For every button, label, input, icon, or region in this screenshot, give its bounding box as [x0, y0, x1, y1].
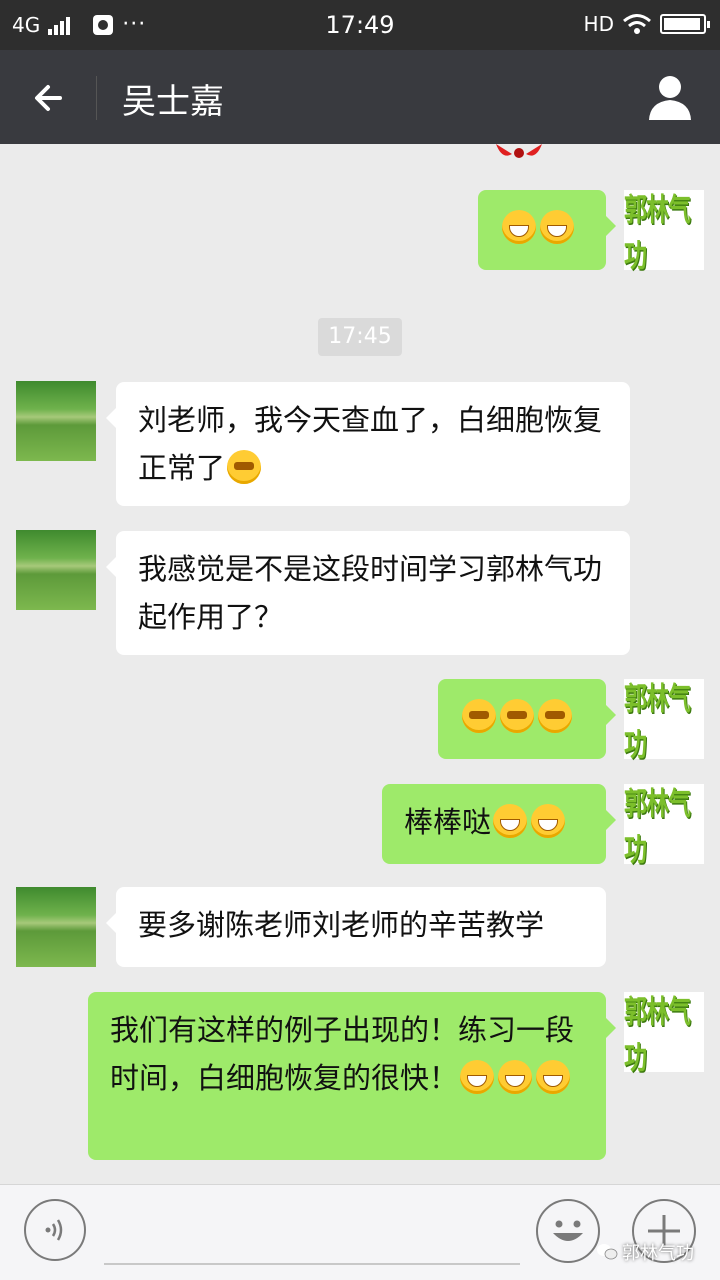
contact-avatar[interactable] [16, 887, 96, 967]
message-text: 刘老师，我今天查血了，白细胞恢复正常了 [138, 403, 603, 485]
grin-emoji-icon [502, 210, 536, 244]
chat-header: 吴士嘉 [0, 50, 720, 144]
header-divider [96, 76, 97, 120]
my-avatar[interactable]: 郭林气功 [624, 992, 704, 1077]
message-text: 我感觉是不是这段时间学习郭林气功起作用了？ [138, 552, 603, 634]
my-avatar[interactable]: 郭林气功 [624, 784, 704, 869]
message-text: 棒棒哒 [404, 805, 492, 839]
hug-emoji-icon [462, 699, 496, 733]
status-right: HD [583, 12, 710, 36]
chat-area[interactable]: 郭林气功 17:45 刘老师，我今天查血了，白细胞恢复正常了 我感觉是不是这段时… [0, 144, 720, 1184]
message-bubble-outgoing[interactable] [478, 190, 616, 270]
contact-avatar[interactable] [16, 381, 96, 461]
hd-label: HD [583, 12, 614, 36]
battery-icon [660, 14, 710, 34]
hug-emoji-icon [227, 450, 262, 484]
hug-emoji-icon [538, 699, 572, 733]
hug-emoji-icon [500, 699, 534, 733]
contact-avatar[interactable] [16, 530, 96, 610]
message-timestamp: 17:45 [318, 318, 402, 356]
message-bubble-outgoing[interactable] [438, 679, 616, 759]
message-bubble-outgoing[interactable]: 棒棒哒 [382, 784, 616, 864]
message-bubble-incoming[interactable]: 我感觉是不是这段时间学习郭林气功起作用了？ [106, 531, 630, 655]
message-bubble-outgoing[interactable]: 我们有这样的例子出现的！练习一段时间，白细胞恢复的很快！ [88, 992, 616, 1160]
chat-title: 吴士嘉 [122, 82, 224, 122]
smiley-icon [553, 1220, 583, 1241]
message-bubble-incoming[interactable]: 要多谢陈老师刘老师的辛苦教学 [106, 887, 606, 967]
grin-emoji-icon [460, 1060, 495, 1094]
message-text: 要多谢陈老师刘老师的辛苦教学 [138, 908, 545, 942]
emoji-button[interactable] [536, 1199, 600, 1263]
input-bar: 郭林气功 [0, 1184, 720, 1280]
wechat-icon [597, 1244, 618, 1260]
watermark-text: 郭林气功 [622, 1243, 694, 1264]
voice-input-button[interactable] [24, 1199, 86, 1261]
voice-icon [45, 1219, 63, 1241]
partial-emoji-icon [496, 144, 542, 158]
contact-info-button[interactable] [646, 72, 694, 122]
grin-emoji-icon [540, 210, 574, 244]
my-avatar[interactable]: 郭林气功 [624, 190, 704, 275]
message-input[interactable] [104, 1263, 520, 1265]
grin-emoji-icon [498, 1060, 533, 1094]
my-avatar[interactable]: 郭林气功 [624, 679, 704, 764]
back-button[interactable] [28, 76, 72, 120]
status-bar: 4G ··· 17:49 HD [0, 0, 720, 50]
grin-emoji-icon [531, 804, 566, 838]
grin-emoji-icon [536, 1060, 571, 1094]
grin-emoji-icon [493, 804, 528, 838]
watermark: 郭林气功 [596, 1239, 694, 1265]
wifi-icon [623, 14, 651, 34]
message-bubble-incoming[interactable]: 刘老师，我今天查血了，白细胞恢复正常了 [106, 382, 630, 506]
